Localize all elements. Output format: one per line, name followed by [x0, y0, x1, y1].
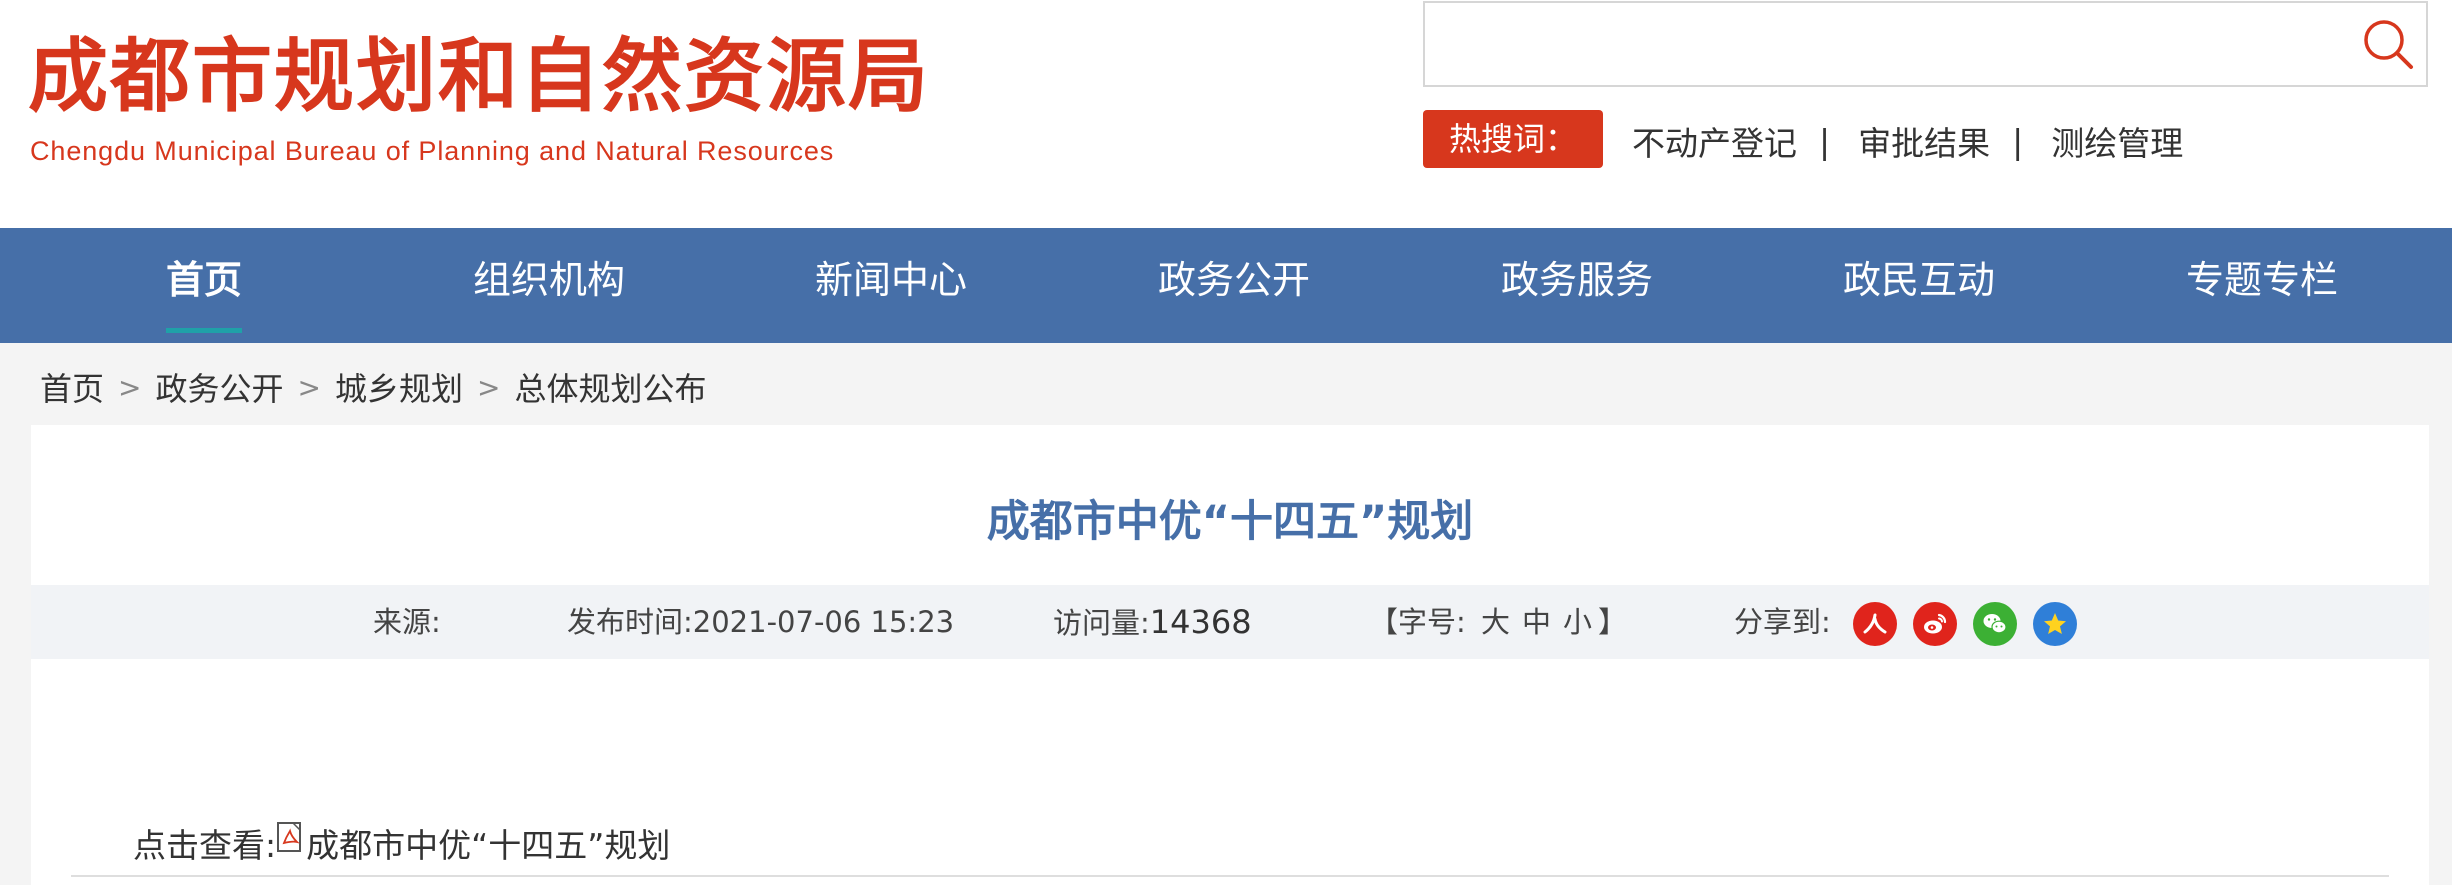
meta-views-label: 访问量:	[1053, 606, 1150, 640]
file-attachment-line: 点击查看: 成都市中优“十四五”规划	[133, 815, 670, 871]
font-size-open: 【字号:	[1369, 605, 1466, 639]
content-divider	[71, 875, 2389, 877]
view-label: 点击查看:	[133, 826, 277, 865]
font-size-small-link[interactable]: 小	[1563, 605, 1592, 639]
hot-link-property-registration[interactable]: 不动产登记	[1632, 117, 1797, 165]
favorite-star-icon	[2044, 613, 2066, 634]
hot-link-separator: |	[1819, 121, 1831, 161]
search-icon	[2364, 20, 2413, 69]
nav-item-label: 首页	[166, 258, 243, 302]
nav-item-public-interaction[interactable]: 政民互动	[1843, 228, 1995, 343]
meta-publish-time: 发布时间:2021-07-06 15:23	[567, 585, 954, 659]
font-size-large-link[interactable]: 大	[1481, 605, 1510, 639]
file-download-link[interactable]: 成都市中优“十四五”规划	[306, 819, 670, 867]
renren-icon	[1863, 613, 1887, 634]
nav-item-special-topics[interactable]: 专题专栏	[2186, 228, 2338, 343]
breadcrumb: 首页 > 政务公开 > 城乡规划 > 总体规划公布	[40, 362, 706, 412]
article-panel: 成都市中优“十四五”规划 来源: 发布时间:2021-07-06 15:23 访…	[31, 425, 2429, 885]
breadcrumb-separator: >	[118, 370, 142, 404]
nav-item-home[interactable]: 首页	[166, 228, 243, 343]
site-logo-english[interactable]: Chengdu Municipal Bureau of Planning and…	[30, 136, 834, 167]
meta-source: 来源:	[373, 585, 441, 659]
site-logo-chinese[interactable]: 成都市规划和自然资源局	[28, 28, 930, 124]
meta-font-size: 【字号: 大中小】	[1369, 585, 1627, 659]
nav-item-government-affairs[interactable]: 政务公开	[1158, 228, 1310, 343]
breadcrumb-urban-rural-planning[interactable]: 城乡规划	[335, 364, 463, 410]
meta-views-value: 14368	[1149, 603, 1252, 641]
weibo-icon	[1924, 613, 1947, 634]
main-nav: 首页 组织机构 新闻中心 政务公开 政务服务 政民互动 专题专栏	[0, 228, 2452, 343]
hot-search-links: 不动产登记 | 审批结果 | 测绘管理	[1632, 112, 2183, 170]
site-header: 成都市规划和自然资源局 Chengdu Municipal Bureau of …	[0, 0, 2452, 228]
meta-share: 分享到:	[1734, 585, 1831, 659]
hot-search-label: 热搜词：	[1423, 110, 1603, 168]
nav-item-government-services[interactable]: 政务服务	[1501, 228, 1653, 343]
share-wechat-button[interactable]	[1973, 602, 2017, 646]
meta-publish-value: 2021-07-06 15:23	[692, 605, 955, 639]
search-input[interactable]	[1425, 3, 2345, 85]
share-favorite-button[interactable]	[2033, 602, 2077, 646]
nav-item-organization[interactable]: 组织机构	[473, 228, 625, 343]
nav-active-indicator	[166, 328, 243, 333]
meta-publish-label: 发布时间:	[567, 605, 693, 639]
breadcrumb-home[interactable]: 首页	[40, 364, 104, 410]
font-size-close: 】	[1598, 605, 1628, 639]
share-renren-button[interactable]	[1853, 602, 1897, 646]
hot-link-surveying-management[interactable]: 测绘管理	[2051, 117, 2183, 165]
breadcrumb-master-plan[interactable]: 总体规划公布	[514, 364, 706, 410]
page: 成都市规划和自然资源局 Chengdu Municipal Bureau of …	[0, 0, 2452, 885]
share-label: 分享到:	[1734, 605, 1831, 639]
meta-views: 访问量:14368	[1053, 585, 1252, 659]
hot-link-separator: |	[2012, 121, 2024, 161]
search-button[interactable]	[2356, 13, 2420, 77]
hot-link-approval-results[interactable]: 审批结果	[1858, 117, 1990, 165]
article-title: 成都市中优“十四五”规划	[986, 497, 1474, 547]
wechat-icon	[1983, 614, 2007, 634]
breadcrumb-separator: >	[476, 370, 501, 404]
search-box	[1423, 1, 2428, 87]
breadcrumb-government-affairs[interactable]: 政务公开	[155, 364, 283, 410]
share-weibo-button[interactable]	[1913, 602, 1957, 646]
font-size-medium-link[interactable]: 中	[1522, 605, 1551, 639]
nav-item-news-center[interactable]: 新闻中心	[815, 228, 967, 343]
meta-source-label: 来源:	[373, 605, 441, 639]
breadcrumb-separator: >	[297, 370, 321, 404]
pdf-file-icon	[277, 822, 302, 852]
